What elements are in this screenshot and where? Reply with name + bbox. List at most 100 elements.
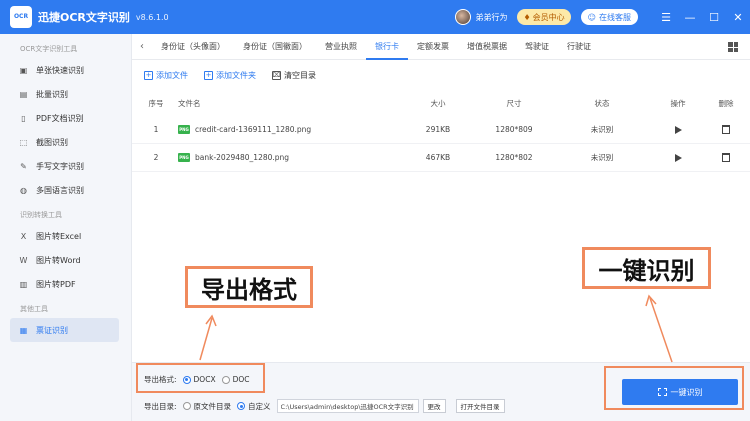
sidebar-item-label: 图片转Word [36,255,81,265]
sidebar-item-label: 截图识别 [36,137,68,147]
play-icon [674,125,682,134]
format-callout: 导出格式 [185,266,313,308]
tab-driver-license[interactable]: 驾驶证 [516,34,558,60]
tab-business-license[interactable]: 营业执照 [316,34,366,60]
dir-original-radio[interactable]: 原文件目录 [182,401,232,412]
online-service-button[interactable]: ☺ 在线客服 [580,9,638,25]
user-avatar[interactable] [455,9,472,25]
add-folder-icon: + [204,70,213,80]
sidebar-item-to-pdf[interactable]: ▥ 图片转PDF [0,272,119,296]
dir-option-label: 原文件目录 [193,401,232,411]
row-no: 1 [153,125,159,134]
tab-id-back[interactable]: 身份证（国徽面） [234,34,316,60]
image-icon: ▣ [19,65,28,75]
change-dir-button[interactable]: 更改 [422,399,446,413]
filename-text: bank-2029480_1280.png [195,153,290,162]
radio-checked-icon [237,402,246,410]
delete-row-button[interactable] [714,144,738,171]
table-row[interactable]: 2 PNG bank-2029480_1280.png 467KB 1280*80… [132,144,750,172]
title-bar: OCR 迅捷OCR文字识别 v8.6.1.0 弟弟行为 ♦ 会员中心 ☺ 在线客服 … [0,0,750,34]
sidebar-item-single-recognition[interactable]: ▣ 单张快速识别 [0,58,119,82]
sidebar-item-word[interactable]: W 图片转Word [0,248,119,272]
row-dimension: 1280*809 [495,125,533,134]
png-file-icon: PNG [178,125,190,134]
tab-fixed-invoice[interactable]: 定额发票 [408,34,458,60]
sidebar-item-ticket[interactable]: ▦ 票证识别 [10,318,119,342]
sidebar: OCR文字识别工具 ▣ 单张快速识别 ▤ 批量识别 ▯ PDF文档识别 ⬚ 截图识别 ✎… [0,34,132,421]
clear-list-label: 清空目录 [284,70,316,80]
add-folder-button[interactable]: + 添加文件夹 [204,70,256,81]
format-highlight-box [136,363,265,393]
dir-custom-radio[interactable]: 自定义 [237,401,271,412]
filename-text: credit-card-1369111_1280.png [195,125,312,134]
sidebar-item-label: 图片转Excel [36,231,82,241]
sidebar-item-label: 单张快速识别 [36,65,84,75]
menu-button[interactable]: ☰ [654,0,678,34]
sidebar-section-title: 识别转换工具 [20,211,62,219]
app-version: v8.6.1.0 [135,12,169,22]
screenshot-icon: ⬚ [19,137,28,147]
sidebar-item-excel[interactable]: X 图片转Excel [0,224,119,248]
minimize-button[interactable]: — [678,0,702,34]
trash-icon [722,153,730,162]
recognize-arrow [649,297,673,363]
header-dimension: 尺寸 [506,98,522,108]
sidebar-item-label: 批量识别 [36,89,68,99]
row-status: 未识别 [590,153,614,162]
header-delete: 删除 [718,98,734,108]
trash-icon [722,125,730,134]
play-icon [674,153,682,162]
tab-vehicle-license[interactable]: 行驶证 [558,34,600,60]
table-row[interactable]: 1 PNG credit-card-1369111_1280.png 291KB … [132,116,750,144]
tab-vat-invoice[interactable]: 增值税票据 [458,34,516,60]
row-status: 未识别 [590,125,614,134]
tabs-back-icon[interactable]: ‹ [132,41,152,52]
start-recognize-button[interactable] [666,116,690,143]
export-dir-row: 导出目录: 原文件目录 自定义 更改 打开文件目录 [144,399,505,413]
document-type-tabs: ‹ 身份证（头像面） 身份证（国徽面） 营业执照 银行卡 定额发票 增值税票据 … [132,34,750,60]
tab-bank-card[interactable]: 银行卡 [366,34,408,60]
vip-center-button[interactable]: ♦ 会员中心 [517,9,571,25]
tab-id-front[interactable]: 身份证（头像面） [152,34,234,60]
excel-icon: X [20,231,27,241]
start-recognize-button[interactable] [666,144,690,171]
grid-view-icon[interactable] [728,42,738,52]
recognize-highlight-box [604,366,744,410]
add-file-label: 添加文件 [156,70,188,80]
app-logo-icon: OCR [10,6,32,28]
row-filename: PNG bank-2029480_1280.png [178,144,398,171]
sidebar-item-multilang[interactable]: ◍ 多国语言识别 [0,178,119,202]
sidebar-item-label: 票证识别 [36,325,68,335]
username[interactable]: 弟弟行为 [475,12,507,23]
row-dimension: 1280*802 [495,153,533,162]
delete-row-button[interactable] [714,116,738,143]
export-path-input[interactable] [276,399,419,413]
clear-list-button[interactable]: ⌧ 清空目录 [272,70,316,81]
radio-unchecked-icon [182,402,191,410]
recognize-callout: 一键识别 [582,247,711,289]
row-size: 291KB [425,125,451,134]
add-file-button[interactable]: + 添加文件 [144,70,188,81]
add-folder-label: 添加文件夹 [216,70,256,80]
file-table: 序号 文件名 大小 尺寸 状态 操作 删除 1 PNG credit-card-1… [132,90,750,172]
trash-icon: ⌧ [272,70,281,80]
header-status: 状态 [594,98,610,108]
header-no: 序号 [148,98,164,108]
format-arrow [199,317,213,361]
sidebar-item-screenshot[interactable]: ⬚ 截图识别 [0,130,119,154]
sidebar-item-pdf[interactable]: ▯ PDF文档识别 [0,106,119,130]
sidebar-item-label: PDF文档识别 [36,113,84,123]
pdf-convert-icon: ▥ [19,279,28,289]
globe-icon: ◍ [20,185,27,195]
sidebar-section-title: OCR文字识别工具 [20,45,78,53]
maximize-button[interactable]: ☐ [702,0,726,34]
service-label: 在线客服 [599,12,631,22]
sidebar-item-batch[interactable]: ▤ 批量识别 [0,82,119,106]
dir-option-label: 自定义 [248,401,271,411]
sidebar-item-handwriting[interactable]: ✎ 手写文字识别 [0,154,119,178]
open-dir-button[interactable]: 打开文件目录 [455,399,505,413]
row-size: 467KB [425,153,451,162]
user-icon: ☺ [587,12,596,22]
close-button[interactable]: ✕ [726,0,750,34]
word-icon: W [19,255,28,265]
